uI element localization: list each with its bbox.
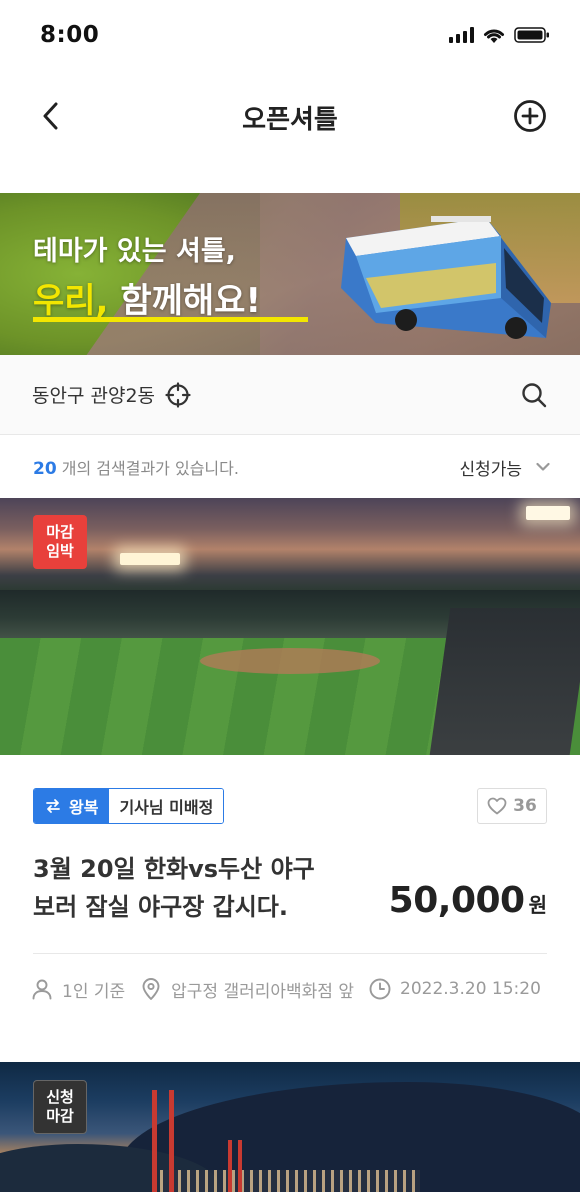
meta-place: 압구정 갤러리아백화점 앞 [139, 977, 354, 1002]
deadline-badge: 마감 임박 [33, 515, 87, 569]
location-bar: 동안구 관양2동 [0, 355, 580, 435]
price-amount: 50,000 [388, 880, 525, 921]
driver-status-tag: 기사님 미배정 [109, 789, 224, 823]
page-title: 오픈셔틀 [242, 104, 338, 135]
result-count-text: 개의 검색결과가 있습니다. [56, 459, 239, 478]
place-label: 압구정 갤러리아백화점 앞 [171, 981, 354, 1002]
crosshair-icon[interactable] [165, 381, 191, 408]
like-button[interactable]: 36 [477, 788, 547, 824]
back-icon[interactable] [34, 98, 70, 134]
swap-icon [46, 799, 60, 813]
banner-headline: 테마가 있는 셔틀, [33, 236, 236, 267]
status-bar: 8:00 [0, 0, 580, 70]
stadium-dirt [200, 648, 380, 674]
heart-icon [487, 797, 507, 815]
banner-underline [33, 317, 308, 322]
result-count-number: 20 [33, 459, 57, 479]
search-icon[interactable] [520, 381, 548, 409]
card-title[interactable]: 3월 20일 한화vs두산 야구 보러 잠실 야구장 갑시다. [33, 850, 333, 926]
stadium-lights [120, 553, 180, 565]
round-trip-tag: 왕복 [34, 789, 110, 823]
person-icon [32, 979, 52, 1000]
status-time: 8:00 [40, 22, 100, 48]
card-meta: 1인 기준 압구정 갤러리아백화점 앞 2022.3.20 15:20 [30, 972, 550, 1006]
stadium-lights [526, 506, 570, 520]
bus-illustration [341, 216, 551, 339]
battery-icon [514, 27, 549, 43]
meta-per-person: 1인 기준 [30, 977, 125, 1002]
card-divider [33, 953, 547, 954]
location-label[interactable]: 동안구 관양2동 [32, 381, 155, 408]
card-gap [0, 1040, 580, 1062]
location-pin-icon [142, 978, 160, 1000]
chevron-down-icon [536, 462, 550, 471]
result-count: 20 개의 검색결과가 있습니다. [33, 455, 239, 479]
signal-icon [449, 27, 474, 43]
per-person-label: 1인 기준 [62, 981, 126, 1002]
add-icon[interactable] [512, 98, 548, 134]
bridge-tower [152, 1090, 174, 1192]
badge-line: 마감 [46, 1107, 74, 1125]
filter-dropdown[interactable]: 신청가능 [459, 455, 550, 480]
card-image[interactable] [0, 1062, 580, 1192]
price-unit: 원 [528, 893, 547, 917]
banner-highlight: 우리, [33, 281, 109, 321]
top-nav: 오픈셔틀 [0, 80, 580, 154]
clock-icon [369, 978, 391, 1000]
promo-banner[interactable]: 테마가 있는 셔틀, 우리, 함께해요! [0, 193, 580, 355]
badge-line: 마감 [46, 523, 74, 541]
city-lights [160, 1170, 420, 1192]
badge-line: 임박 [46, 542, 74, 560]
stadium-right-stands [429, 608, 580, 755]
status-icons [449, 26, 550, 44]
banner-subheadline-rest: 함께해요! [108, 281, 261, 321]
result-row: 20 개의 검색결과가 있습니다. 신청가능 [0, 436, 580, 498]
closed-badge: 신청 마감 [33, 1080, 87, 1134]
trip-type-label: 왕복 [69, 798, 99, 817]
like-count: 36 [513, 796, 537, 816]
meta-datetime: 2022.3.20 15:20 [368, 977, 541, 1001]
datetime-label: 2022.3.20 15:20 [400, 979, 541, 999]
price: 50,000 원 [389, 880, 547, 921]
badge-line: 신청 [46, 1088, 74, 1106]
trip-tags: 왕복 기사님 미배정 [33, 788, 225, 824]
filter-label: 신청가능 [459, 459, 522, 480]
wifi-icon [484, 29, 504, 43]
banner-subheadline: 우리, 함께해요! [33, 273, 261, 322]
bridge-tower [228, 1140, 242, 1192]
card-image[interactable] [0, 498, 580, 755]
